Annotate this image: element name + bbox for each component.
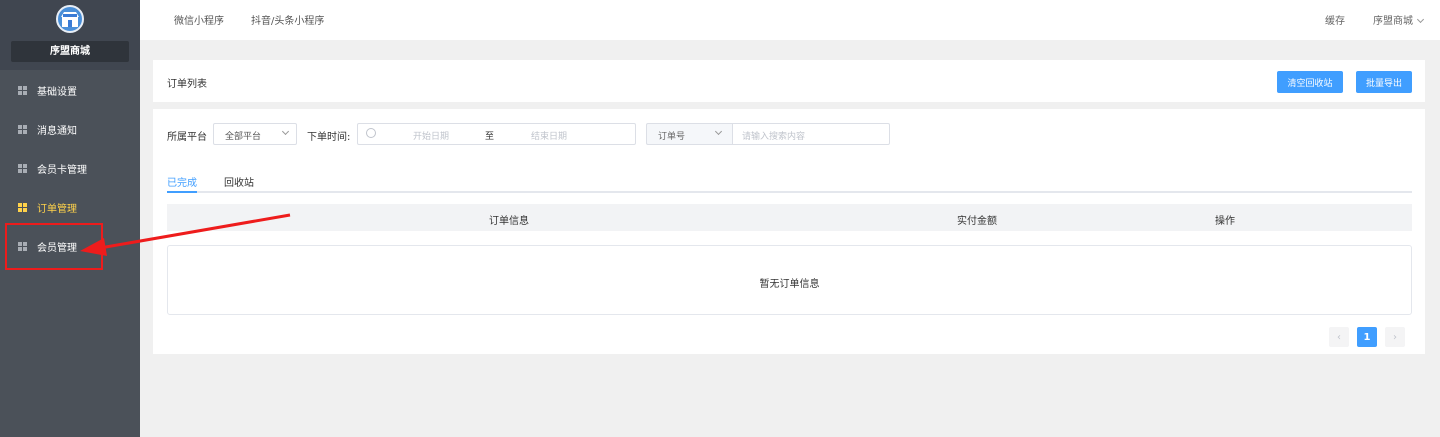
grid-icon [18, 125, 27, 134]
prev-page-button[interactable]: ‹ [1329, 327, 1349, 347]
sidebar-header: 序盟商城 [0, 0, 140, 70]
column-paid-amount: 实付金额 [957, 216, 997, 227]
end-date-input[interactable]: 结束日期 [531, 129, 567, 142]
order-time-label: 下单时间: [307, 132, 351, 143]
column-actions: 操作 [1215, 216, 1235, 227]
clear-recycle-bin-button[interactable]: 清空回收站 [1277, 71, 1343, 93]
shop-logo-icon [56, 5, 84, 33]
top-tab-wechat[interactable]: 微信小程序 [174, 12, 224, 27]
column-order-info: 订单信息 [489, 216, 529, 227]
start-date-input[interactable]: 开始日期 [413, 129, 449, 142]
sidebar-item-member-card[interactable]: 会员卡管理 [0, 149, 140, 188]
tab-completed[interactable]: 已完成 [167, 174, 197, 189]
top-tab-douyin[interactable]: 抖音/头条小程序 [251, 12, 324, 27]
grid-icon [18, 86, 27, 95]
active-tab-indicator [167, 191, 197, 193]
page-title: 订单列表 [167, 79, 207, 90]
shop-name-badge[interactable]: 序盟商城 [11, 41, 129, 62]
order-list-header: 订单列表 清空回收站 批量导出 [153, 60, 1425, 102]
chevron-down-icon [1416, 15, 1425, 24]
range-separator: 至 [485, 132, 495, 142]
top-bar: 微信小程序 抖音/头条小程序 缓存 序盟商城 [140, 0, 1440, 40]
sidebar-item-label: 基础设置 [37, 87, 77, 98]
date-range-picker[interactable]: 开始日期 至 结束日期 [357, 123, 636, 145]
search-input[interactable]: 请输入搜索内容 [732, 123, 890, 145]
page-button-current[interactable]: 1 [1357, 327, 1377, 347]
next-page-button[interactable]: › [1385, 327, 1405, 347]
chevron-down-icon [281, 127, 290, 136]
sidebar-item-label: 消息通知 [37, 126, 77, 137]
grid-icon [18, 164, 27, 173]
cache-button[interactable]: 缓存 [1325, 12, 1345, 27]
platform-label: 所属平台 [167, 132, 207, 143]
empty-state: 暂无订单信息 [167, 245, 1412, 315]
search-input-placeholder: 请输入搜索内容 [742, 132, 806, 142]
sidebar: 序盟商城 基础设置 消息通知 会员卡管理 订单管理 会员管理 [0, 0, 140, 437]
clock-icon [366, 128, 376, 138]
sidebar-item-label: 订单管理 [37, 204, 77, 215]
order-status-tabs: 已完成 回收站 [167, 165, 1412, 193]
batch-export-button[interactable]: 批量导出 [1356, 71, 1412, 93]
grid-icon [18, 203, 27, 212]
sidebar-item-basic-settings[interactable]: 基础设置 [0, 71, 140, 110]
sidebar-item-label: 会员卡管理 [37, 165, 87, 176]
order-list-body: 所属平台 全部平台 下单时间: 开始日期 至 结束日期 订单号 请输入搜索内容 … [153, 109, 1425, 354]
tab-recycle-bin[interactable]: 回收站 [224, 174, 254, 189]
sidebar-item-notifications[interactable]: 消息通知 [0, 110, 140, 149]
platform-select-value: 全部平台 [225, 132, 262, 142]
annotation-highlight-box [5, 223, 103, 270]
empty-message: 暂无订单信息 [759, 279, 820, 290]
search-type-value: 订单号 [658, 132, 686, 142]
chevron-down-icon [714, 127, 723, 136]
search-type-select[interactable]: 订单号 [646, 123, 732, 145]
sidebar-item-orders[interactable]: 订单管理 [0, 188, 140, 227]
table-header: 订单信息 实付金额 操作 [167, 204, 1412, 231]
user-menu-label: 序盟商城 [1373, 16, 1413, 27]
platform-select[interactable]: 全部平台 [213, 123, 297, 145]
user-menu[interactable]: 序盟商城 [1373, 12, 1425, 27]
